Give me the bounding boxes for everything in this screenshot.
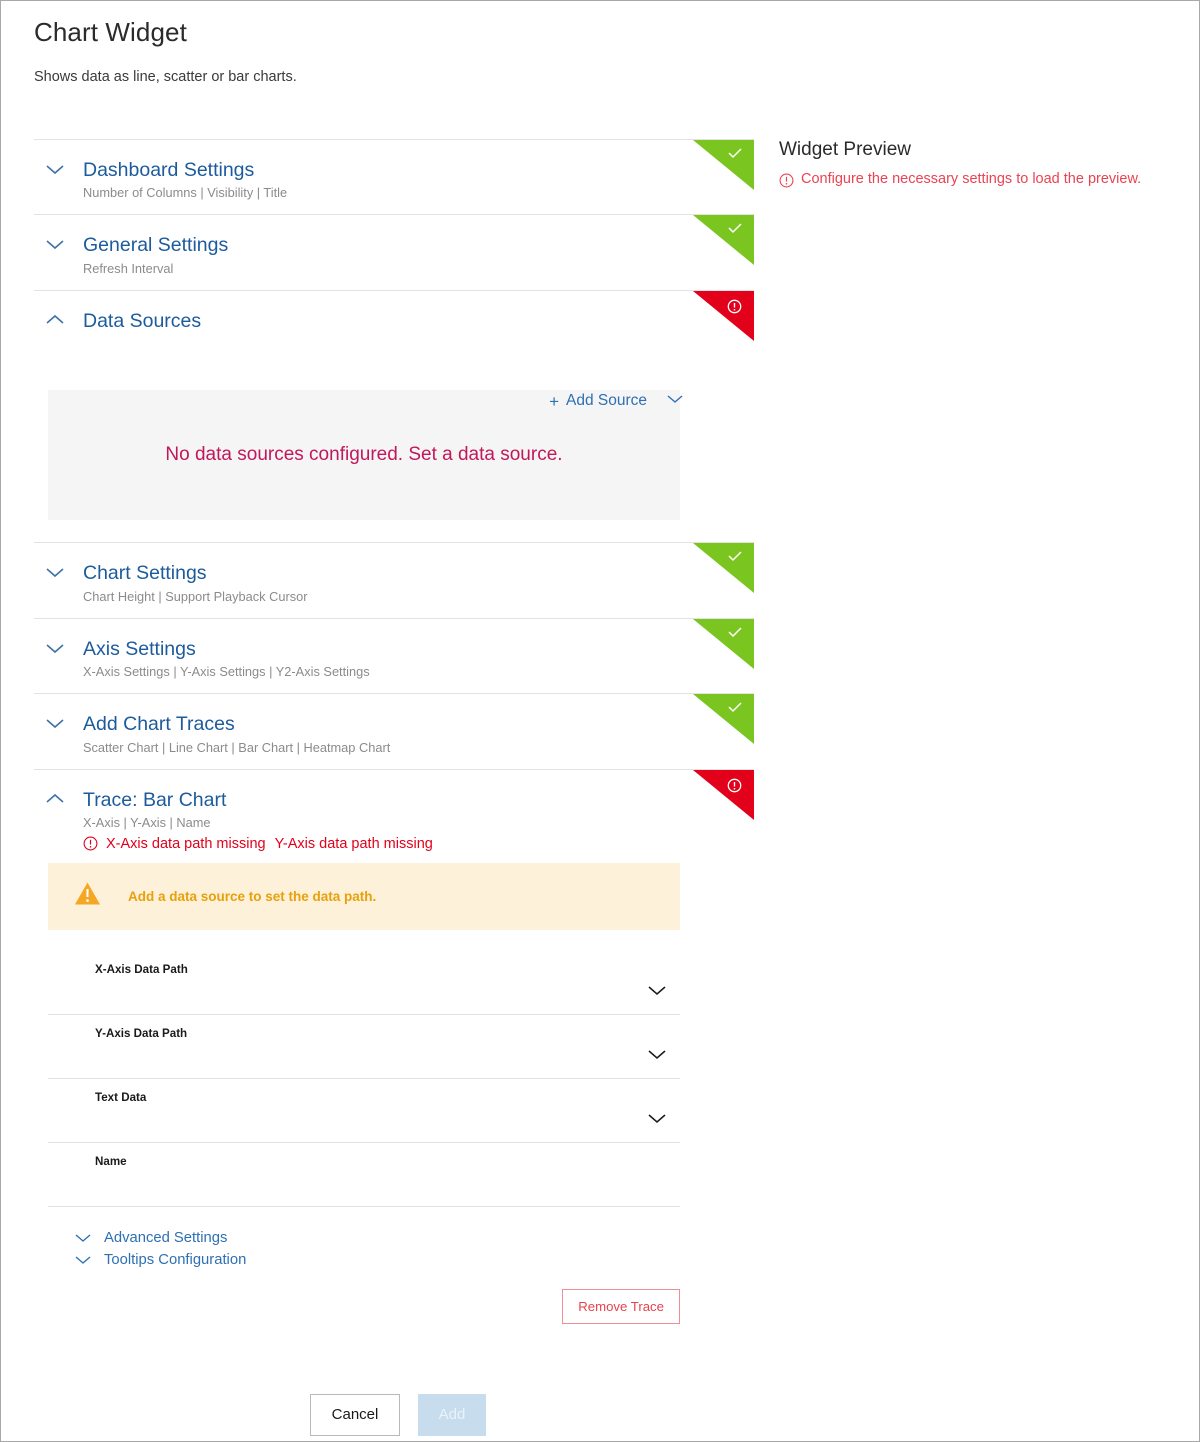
preview-title: Widget Preview <box>779 139 911 160</box>
trace-error-y-axis: Y-Axis data path missing <box>274 835 433 852</box>
chart-widget-config-page: Chart Widget Shows data as line, scatter… <box>0 0 1200 1442</box>
preview-message: Configure the necessary settings to load… <box>779 171 1189 188</box>
trace-warning-banner: Add a data source to set the data path. <box>48 862 680 930</box>
section-header-add-chart-traces[interactable]: Add Chart Traces Scatter Chart | Line Ch… <box>34 694 754 768</box>
plus-icon: + <box>549 391 559 411</box>
section-subtitle: X-Axis | Y-Axis | Name <box>83 814 211 830</box>
section-subtitle: X-Axis Settings | Y-Axis Settings | Y2-A… <box>83 664 370 680</box>
chevron-down-icon[interactable] <box>44 162 66 176</box>
section-header-dashboard-settings[interactable]: Dashboard Settings Number of Columns | V… <box>34 140 754 214</box>
section-dashboard-settings: Dashboard Settings Number of Columns | V… <box>34 139 754 215</box>
cancel-button[interactable]: Cancel <box>310 1393 400 1436</box>
section-header-trace-bar-chart[interactable]: Trace: Bar Chart X-Axis | Y-Axis | Name <box>34 770 754 832</box>
chevron-down-icon[interactable] <box>44 237 66 251</box>
chevron-down-icon[interactable] <box>647 984 667 1002</box>
chevron-down-icon[interactable] <box>666 392 684 410</box>
trace-fields: X-Axis Data Path Y-Axis Data Path Text D… <box>34 951 754 1207</box>
exclamation-circle-icon <box>83 836 98 851</box>
widget-preview-panel: Widget Preview Configure the necessary s… <box>779 139 1189 188</box>
remove-trace-row: Remove Trace <box>34 1288 680 1324</box>
add-source-label: Add Source <box>566 392 647 410</box>
chevron-down-icon[interactable] <box>74 1232 92 1244</box>
section-general-settings: General Settings Refresh Interval <box>34 214 754 290</box>
trace-validation-errors: X-Axis data path missing Y-Axis data pat… <box>83 836 754 852</box>
field-y-axis-data-path: Y-Axis Data Path <box>48 1015 680 1079</box>
section-title: Dashboard Settings <box>83 159 255 181</box>
section-trace-bar-chart: Trace: Bar Chart X-Axis | Y-Axis | Name <box>34 768 754 1334</box>
trace-error-x-axis: X-Axis data path missing <box>106 835 266 852</box>
section-axis-settings: Axis Settings X-Axis Settings | Y-Axis S… <box>34 617 754 694</box>
chevron-up-icon[interactable] <box>44 313 66 327</box>
page-subtitle: Shows data as line, scatter or bar chart… <box>34 69 297 85</box>
section-subtitle: Refresh Interval <box>83 260 174 276</box>
section-title: Axis Settings <box>83 637 196 660</box>
add-button[interactable]: Add <box>418 1393 486 1436</box>
section-title: Add Chart Traces <box>83 713 235 736</box>
chevron-down-icon[interactable] <box>647 1112 667 1130</box>
warning-text: Add a data source to set the data path. <box>128 888 377 904</box>
section-header-chart-settings[interactable]: Chart Settings Chart Height | Support Pl… <box>34 543 754 617</box>
section-title: General Settings <box>83 234 229 257</box>
page-title: Chart Widget <box>34 17 187 47</box>
field-label: X-Axis Data Path <box>95 962 188 976</box>
x-axis-data-path-input[interactable] <box>95 982 634 1009</box>
chevron-up-icon[interactable] <box>44 792 66 806</box>
section-header-data-sources[interactable]: Data Sources <box>34 291 754 346</box>
section-header-general-settings[interactable]: General Settings Refresh Interval <box>34 215 754 289</box>
chevron-down-icon[interactable] <box>44 716 66 730</box>
data-sources-body: + Add Source No data sources configured.… <box>34 390 754 542</box>
section-title: Chart Settings <box>83 562 207 585</box>
name-input[interactable] <box>95 1174 634 1201</box>
sub-section-tooltips-configuration[interactable]: Tooltips Configuration <box>74 1249 754 1271</box>
field-x-axis-data-path: X-Axis Data Path <box>48 951 680 1015</box>
remove-trace-button[interactable]: Remove Trace <box>562 1288 680 1324</box>
sub-section-label: Tooltips Configuration <box>104 1251 247 1268</box>
field-label: Y-Axis Data Path <box>95 1026 188 1040</box>
trace-sub-sections: Advanced Settings Tooltips Configuration <box>74 1227 754 1271</box>
sub-section-label: Advanced Settings <box>104 1229 228 1246</box>
empty-state-message: No data sources configured. Set a data s… <box>165 444 563 466</box>
preview-message-text: Configure the necessary settings to load… <box>801 171 1142 187</box>
footer-actions: Cancel Add <box>34 1393 762 1436</box>
section-subtitle: Scatter Chart | Line Chart | Bar Chart |… <box>83 739 391 755</box>
section-add-chart-traces: Add Chart Traces Scatter Chart | Line Ch… <box>34 693 754 769</box>
chevron-down-icon[interactable] <box>44 565 66 579</box>
field-label: Name <box>95 1154 127 1168</box>
section-header-axis-settings[interactable]: Axis Settings X-Axis Settings | Y-Axis S… <box>34 619 754 693</box>
field-name: Name <box>48 1143 680 1207</box>
section-title: Trace: Bar Chart <box>83 788 227 811</box>
field-label: Text Data <box>95 1090 147 1104</box>
section-chart-settings: Chart Settings Chart Height | Support Pl… <box>34 542 754 618</box>
sub-section-advanced-settings[interactable]: Advanced Settings <box>74 1227 754 1249</box>
y-axis-data-path-input[interactable] <box>95 1046 634 1073</box>
section-title: Data Sources <box>83 309 202 332</box>
exclamation-circle-icon <box>779 173 794 188</box>
add-source-button[interactable]: + Add Source <box>549 392 684 410</box>
field-text-data: Text Data <box>48 1079 680 1143</box>
chevron-down-icon[interactable] <box>74 1254 92 1266</box>
chevron-down-icon[interactable] <box>647 1048 667 1066</box>
chevron-down-icon[interactable] <box>44 641 66 655</box>
settings-column: Dashboard Settings Number of Columns | V… <box>34 139 754 1436</box>
section-data-sources: Data Sources + Add Source No data source… <box>34 289 754 543</box>
section-subtitle: Number of Columns | Visibility | Title <box>83 185 288 201</box>
warning-triangle-icon <box>74 881 101 911</box>
trace-body: X-Axis data path missing Y-Axis data pat… <box>34 836 754 1334</box>
section-subtitle: Chart Height | Support Playback Cursor <box>83 588 308 604</box>
text-data-input[interactable] <box>95 1110 634 1137</box>
